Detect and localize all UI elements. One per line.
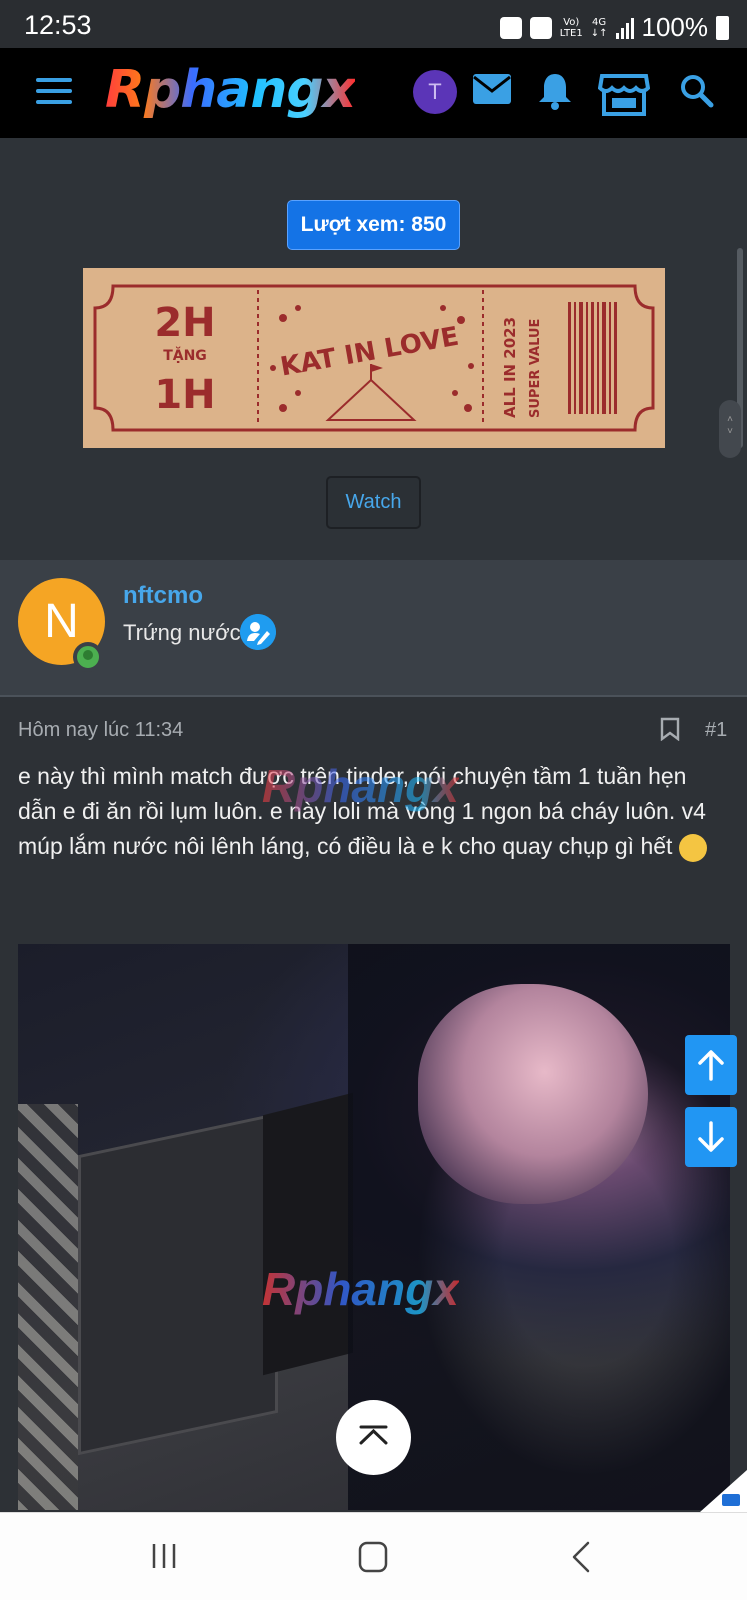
scroll-up-button[interactable] <box>685 1035 737 1095</box>
bell-icon[interactable] <box>537 72 573 110</box>
text-watermark: Rphangx <box>262 760 459 812</box>
back-to-top-button[interactable] <box>336 1400 411 1475</box>
upload-notification-icon <box>499 16 522 39</box>
network-type-indicator: 4G ↓↑ <box>590 16 608 39</box>
user-edit-badge-icon <box>240 614 276 650</box>
ticket-big-top: 2H <box>154 300 215 346</box>
recents-icon[interactable] <box>149 1541 179 1571</box>
arrow-up-icon <box>698 1050 724 1081</box>
system-nav-bar <box>0 1512 747 1600</box>
ticket-right-line1: ALL IN 2023 <box>501 317 519 418</box>
arrow-down-icon <box>698 1121 724 1152</box>
status-icons: Vo) LTE1 4G ↓↑ 100% <box>499 12 729 43</box>
corner-folder-icon[interactable] <box>700 1470 747 1512</box>
ticket-big-bottom: 1H <box>154 372 215 418</box>
post-timestamp[interactable]: Hôm nay lúc 11:34 <box>18 719 183 742</box>
back-icon[interactable] <box>570 1541 594 1573</box>
bookmark-icon[interactable] <box>660 717 680 741</box>
ad-section: Lượt xem: 850 2H TẶNG 1H KAT IN LOVE ALL… <box>0 138 747 560</box>
online-status-icon <box>73 642 103 672</box>
ticket-title: KAT IN LOVE <box>278 322 461 383</box>
chevron-up-icon <box>359 1425 388 1445</box>
view-count-badge: Lượt xem: 850 <box>287 200 460 250</box>
watch-button[interactable]: Watch <box>326 476 421 529</box>
battery-icon <box>716 15 729 40</box>
account-avatar[interactable]: T <box>413 70 457 114</box>
photo-watermark: Rphangx <box>262 1263 459 1315</box>
ticket-banner[interactable]: 2H TẶNG 1H KAT IN LOVE ALL IN 2023 SUPER… <box>83 268 665 448</box>
post: Hôm nay lúc 11:34 #1 e này thì mình matc… <box>0 697 747 1510</box>
grimace-emoji-icon <box>678 833 707 862</box>
post-author-bar: N nftcmo Trứng nước <box>0 560 747 697</box>
recycle-notification-icon <box>529 16 552 39</box>
scroll-down-button[interactable] <box>685 1107 737 1167</box>
ticket-small: TẶNG <box>163 346 207 364</box>
ticket-graphic: 2H TẶNG 1H KAT IN LOVE ALL IN 2023 SUPER… <box>93 284 655 432</box>
status-bar: 12:53 Vo) LTE1 4G ↓↑ 100% <box>0 0 747 48</box>
user-rank: Trứng nước <box>123 620 241 645</box>
username-link[interactable]: nftcmo <box>123 582 203 610</box>
clock: 12:53 <box>24 10 92 40</box>
search-icon[interactable] <box>680 74 714 108</box>
ticket-right-line2: SUPER VALUE <box>528 319 543 418</box>
store-icon[interactable] <box>598 72 650 116</box>
home-icon[interactable] <box>358 1541 388 1573</box>
battery-percent: 100% <box>641 12 709 42</box>
scroll-handle[interactable]: ˄ ˅ <box>719 400 741 458</box>
site-header: Rphangx T <box>0 48 747 138</box>
volte-indicator: Vo) LTE1 <box>559 16 583 39</box>
menu-icon[interactable] <box>36 78 72 104</box>
site-logo[interactable]: Rphangx <box>105 60 356 120</box>
post-number[interactable]: #1 <box>705 719 727 742</box>
signal-icon <box>615 17 634 39</box>
mail-icon[interactable] <box>472 72 512 106</box>
